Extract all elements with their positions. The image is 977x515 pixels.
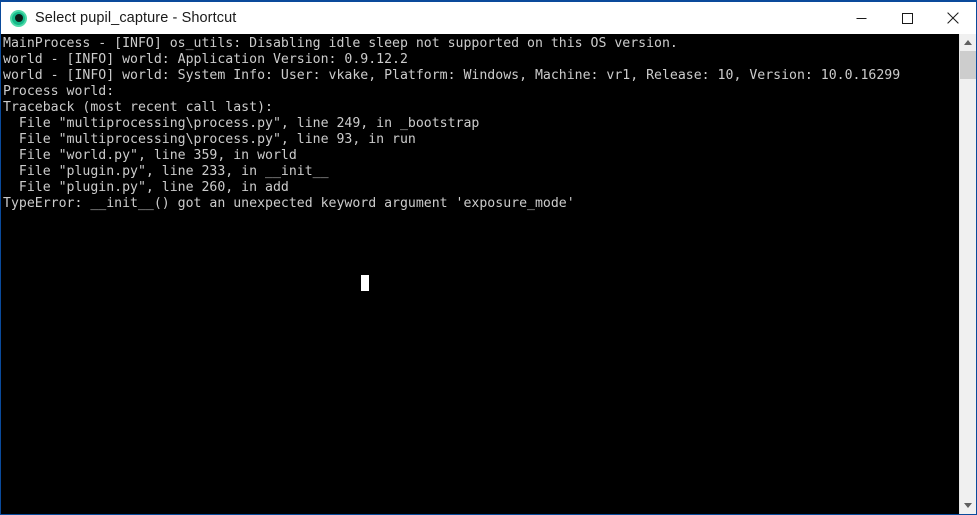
scrollbar-thumb[interactable]: [960, 51, 976, 79]
console-area[interactable]: MainProcess - [INFO] os_utils: Disabling…: [1, 34, 976, 514]
chevron-up-icon: [964, 40, 972, 45]
console-line: File "world.py", line 359, in world: [3, 148, 297, 163]
text-cursor: [361, 275, 369, 291]
title-bar-left: Select pupil_capture - Shortcut: [1, 2, 838, 34]
scrollbar-track[interactable]: [960, 51, 976, 497]
vertical-scrollbar[interactable]: [959, 34, 976, 514]
console-line: TypeError: __init__() got an unexpected …: [3, 196, 575, 211]
scroll-up-button[interactable]: [960, 34, 976, 51]
console-line: world - [INFO] world: Application Versio…: [3, 52, 408, 67]
console-output[interactable]: MainProcess - [INFO] os_utils: Disabling…: [1, 34, 959, 514]
console-line: File "multiprocessing\process.py", line …: [3, 132, 416, 147]
pupil-circle-icon: [10, 9, 27, 27]
window-controls: [838, 2, 976, 34]
minimize-button[interactable]: [838, 2, 884, 34]
scroll-down-button[interactable]: [960, 497, 976, 514]
console-line: Traceback (most recent call last):: [3, 100, 273, 115]
chevron-down-icon: [964, 503, 972, 508]
console-window: Select pupil_capture - Shortcut MainProc…: [0, 0, 977, 515]
console-line: world - [INFO] world: System Info: User:…: [3, 68, 901, 83]
console-line: Process world:: [3, 84, 115, 99]
window-title: Select pupil_capture - Shortcut: [35, 10, 237, 26]
console-line: File "multiprocessing\process.py", line …: [3, 116, 480, 131]
console-line: File "plugin.py", line 260, in add: [3, 180, 289, 195]
title-bar[interactable]: Select pupil_capture - Shortcut: [1, 2, 976, 34]
maximize-button[interactable]: [884, 2, 930, 34]
close-button[interactable]: [930, 2, 976, 34]
console-line: File "plugin.py", line 233, in __init__: [3, 164, 329, 179]
console-line: MainProcess - [INFO] os_utils: Disabling…: [3, 36, 678, 51]
